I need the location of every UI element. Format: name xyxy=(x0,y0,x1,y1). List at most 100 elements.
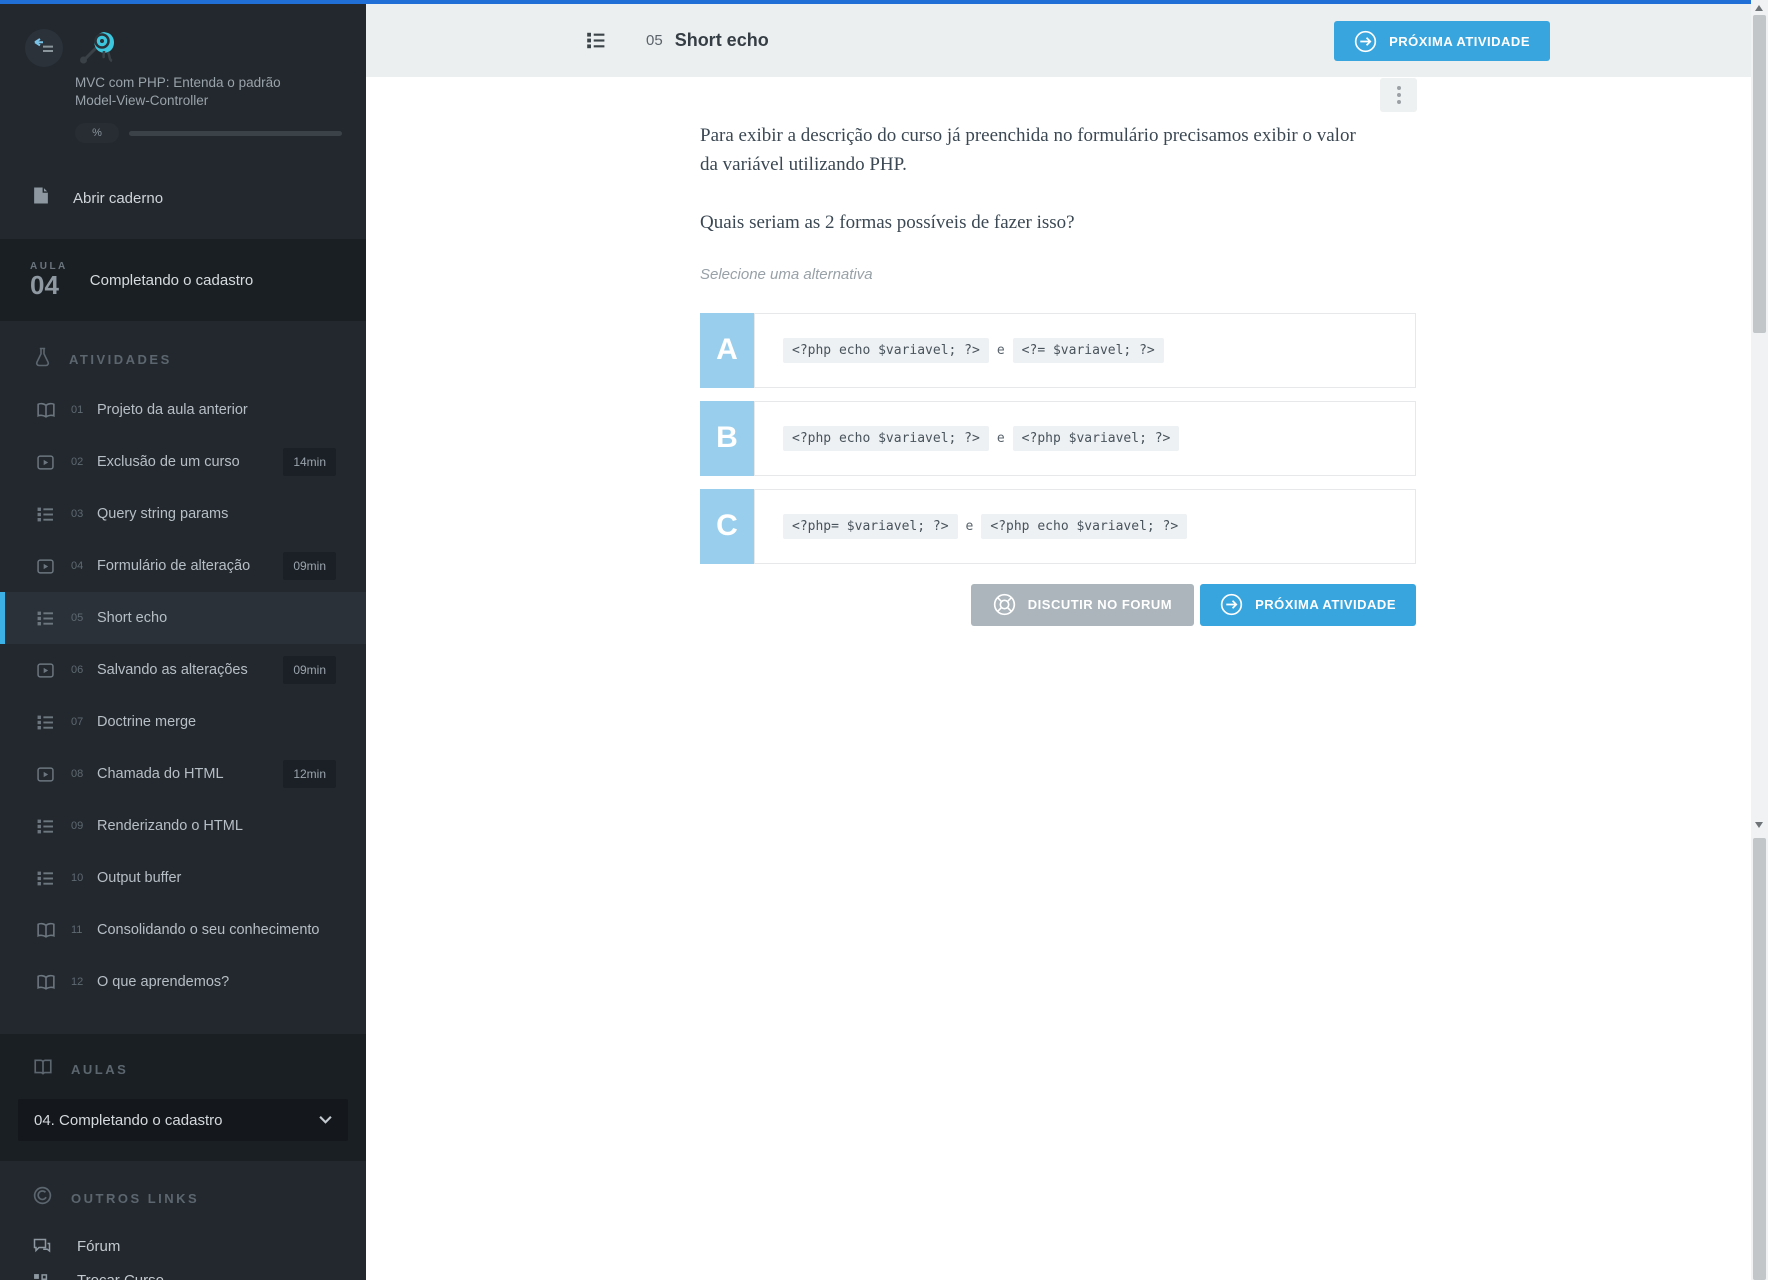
activity-item-04[interactable]: 04 Formulário de alteração 09min xyxy=(0,540,366,592)
activity-item-01[interactable]: 01 Projeto da aula anterior xyxy=(0,384,366,436)
video-icon xyxy=(36,662,58,679)
activity-label: Short echo xyxy=(97,610,168,627)
list-icon xyxy=(36,818,58,835)
activity-number: 09 xyxy=(71,820,84,833)
scrollbar-thumb-lower[interactable] xyxy=(1753,838,1766,1280)
next-activity-button-top[interactable]: PRÓXIMA ATIVIDADE xyxy=(1334,21,1550,61)
code-snippet: <?= $variavel; ?> xyxy=(1012,337,1164,363)
lesson-number: 04 xyxy=(30,269,59,300)
top-accent-bar xyxy=(0,0,1768,4)
activities-list: 01 Projeto da aula anterior 02 Exclusão … xyxy=(0,384,366,1008)
activity-item-10[interactable]: 10 Output buffer xyxy=(0,852,366,904)
scrollbar-up-arrow[interactable] xyxy=(1755,5,1763,11)
chat-icon xyxy=(33,1238,55,1254)
list-icon xyxy=(36,870,58,887)
discuss-forum-button[interactable]: DISCUTIR NO FORUM xyxy=(970,583,1195,626)
forum-link[interactable]: Fórum xyxy=(0,1229,366,1263)
video-icon xyxy=(36,454,58,471)
scrollbar-down-arrow[interactable] xyxy=(1755,822,1763,828)
collapse-arrow-icon xyxy=(33,38,55,58)
vertical-scrollbar[interactable] xyxy=(1751,0,1768,1280)
change-course-link[interactable]: Trocar Curso xyxy=(0,1263,366,1280)
activity-label: Salvando as alterações xyxy=(97,662,248,679)
alternative-a[interactable]: A <?php echo $variavel; ?> e <?= $variav… xyxy=(700,312,1416,388)
activity-label: Output buffer xyxy=(97,870,182,887)
activity-label: Query string params xyxy=(97,506,229,523)
sidebar-course-header: MVC com PHP: Entenda o padrão Model-View… xyxy=(0,4,366,144)
open-book-icon xyxy=(33,1058,53,1081)
activities-section: ATIVIDADES 01 Projeto da aula anterior 0… xyxy=(0,321,366,1008)
code-snippet: <?php echo $variavel; ?> xyxy=(783,425,989,451)
activity-item-05-selected[interactable]: 05 Short echo xyxy=(0,592,366,645)
list-icon xyxy=(36,714,58,731)
activity-item-09[interactable]: 09 Renderizando o HTML xyxy=(0,800,366,852)
open-notebook-button[interactable]: Abrir caderno xyxy=(0,173,366,223)
duration-badge: 09min xyxy=(283,656,336,685)
forum-label: Fórum xyxy=(77,1237,121,1255)
alternatives-list: A <?php echo $variavel; ?> e <?= $variav… xyxy=(700,312,1416,564)
alternative-letter: C xyxy=(700,488,754,564)
course-title: MVC com PHP: Entenda o padrão Model-View… xyxy=(75,75,281,108)
activity-number: 11 xyxy=(71,924,83,937)
activity-item-12[interactable]: 12 O que aprendemos? xyxy=(0,956,366,1008)
code-separator: e xyxy=(996,430,1005,446)
list-icon xyxy=(36,506,58,523)
other-links-section: OUTROS LINKS Fórum xyxy=(0,1161,366,1280)
activity-number: 05 xyxy=(71,612,84,625)
activity-number: 04 xyxy=(71,560,84,573)
main-content-area: 05 Short echo PRÓXIMA ATIVIDADE Para exi… xyxy=(366,0,1768,1280)
aulas-section: AULAS 04. Completando o cadastro xyxy=(0,1034,366,1162)
duration-badge: 09min xyxy=(283,552,336,581)
activity-item-08[interactable]: 08 Chamada do HTML 12min xyxy=(0,748,366,800)
course-progress-bar xyxy=(129,130,342,136)
code-separator: e xyxy=(996,342,1005,358)
activity-label: Formulário de alteração xyxy=(97,558,251,575)
select-alternative-hint: Selecione uma alternativa xyxy=(700,265,873,283)
activity-item-06[interactable]: 06 Salvando as alterações 09min xyxy=(0,644,366,696)
duration-badge: 14min xyxy=(283,448,336,477)
alternative-letter: A xyxy=(700,312,754,388)
alternative-c[interactable]: C <?php= $variavel; ?> e <?php echo $var… xyxy=(700,488,1416,564)
code-snippet: <?php= $variavel; ?> xyxy=(783,513,958,539)
document-icon xyxy=(33,186,49,210)
lesson-select-dropdown[interactable]: 04. Completando o cadastro xyxy=(18,1099,348,1142)
activity-number: 07 xyxy=(71,716,84,729)
activity-label: O que aprendemos? xyxy=(97,974,230,991)
code-snippet: <?php echo $variavel; ?> xyxy=(981,513,1188,539)
activity-number: 05 xyxy=(646,32,663,49)
more-options-menu[interactable] xyxy=(1380,78,1417,112)
progress-percent-badge: % xyxy=(75,123,119,144)
duration-badge: 12min xyxy=(283,760,336,789)
activity-header: 05 Short echo PRÓXIMA ATIVIDADE xyxy=(366,4,1768,77)
arrow-right-circle-icon xyxy=(1354,30,1377,53)
activity-number: 02 xyxy=(71,456,84,469)
list-icon xyxy=(36,610,58,627)
scrollbar-thumb[interactable] xyxy=(1753,15,1766,333)
activity-number: 10 xyxy=(71,872,84,885)
alternative-letter: B xyxy=(700,400,754,476)
activity-number: 03 xyxy=(71,508,84,521)
activity-item-02[interactable]: 02 Exclusão de um curso 14min xyxy=(0,436,366,488)
alternative-b[interactable]: B <?php echo $variavel; ?> e <?php $vari… xyxy=(700,400,1416,476)
chevron-down-icon xyxy=(319,1111,332,1129)
activity-item-07[interactable]: 07 Doctrine merge xyxy=(0,696,366,748)
code-snippet: <?php echo $variavel; ?> xyxy=(783,337,989,363)
activity-item-03[interactable]: 03 Query string params xyxy=(0,488,366,540)
collapse-sidebar-button[interactable] xyxy=(25,29,63,67)
activity-label: Renderizando o HTML xyxy=(97,818,243,835)
course-sidebar: MVC com PHP: Entenda o padrão Model-View… xyxy=(0,0,366,1280)
next-activity-button-bottom[interactable]: PRÓXIMA ATIVIDADE xyxy=(1200,583,1416,626)
book-icon xyxy=(36,922,58,939)
book-icon xyxy=(36,974,58,991)
activity-list-icon xyxy=(585,31,606,50)
forum-ring-icon xyxy=(993,593,1016,616)
lesson-select-value: 04. Completando o cadastro xyxy=(34,1111,223,1129)
activity-number: 01 xyxy=(71,404,84,417)
book-icon xyxy=(36,402,58,419)
activity-label: Exclusão de um curso xyxy=(97,454,240,471)
video-icon xyxy=(36,766,58,783)
activity-item-11[interactable]: 11 Consolidando o seu conhecimento xyxy=(0,904,366,956)
activity-number: 12 xyxy=(71,976,84,989)
discuss-forum-label: DISCUTIR NO FORUM xyxy=(1027,597,1173,613)
question-actions: DISCUTIR NO FORUM PRÓXIMA ATIVIDADE xyxy=(700,583,1416,626)
